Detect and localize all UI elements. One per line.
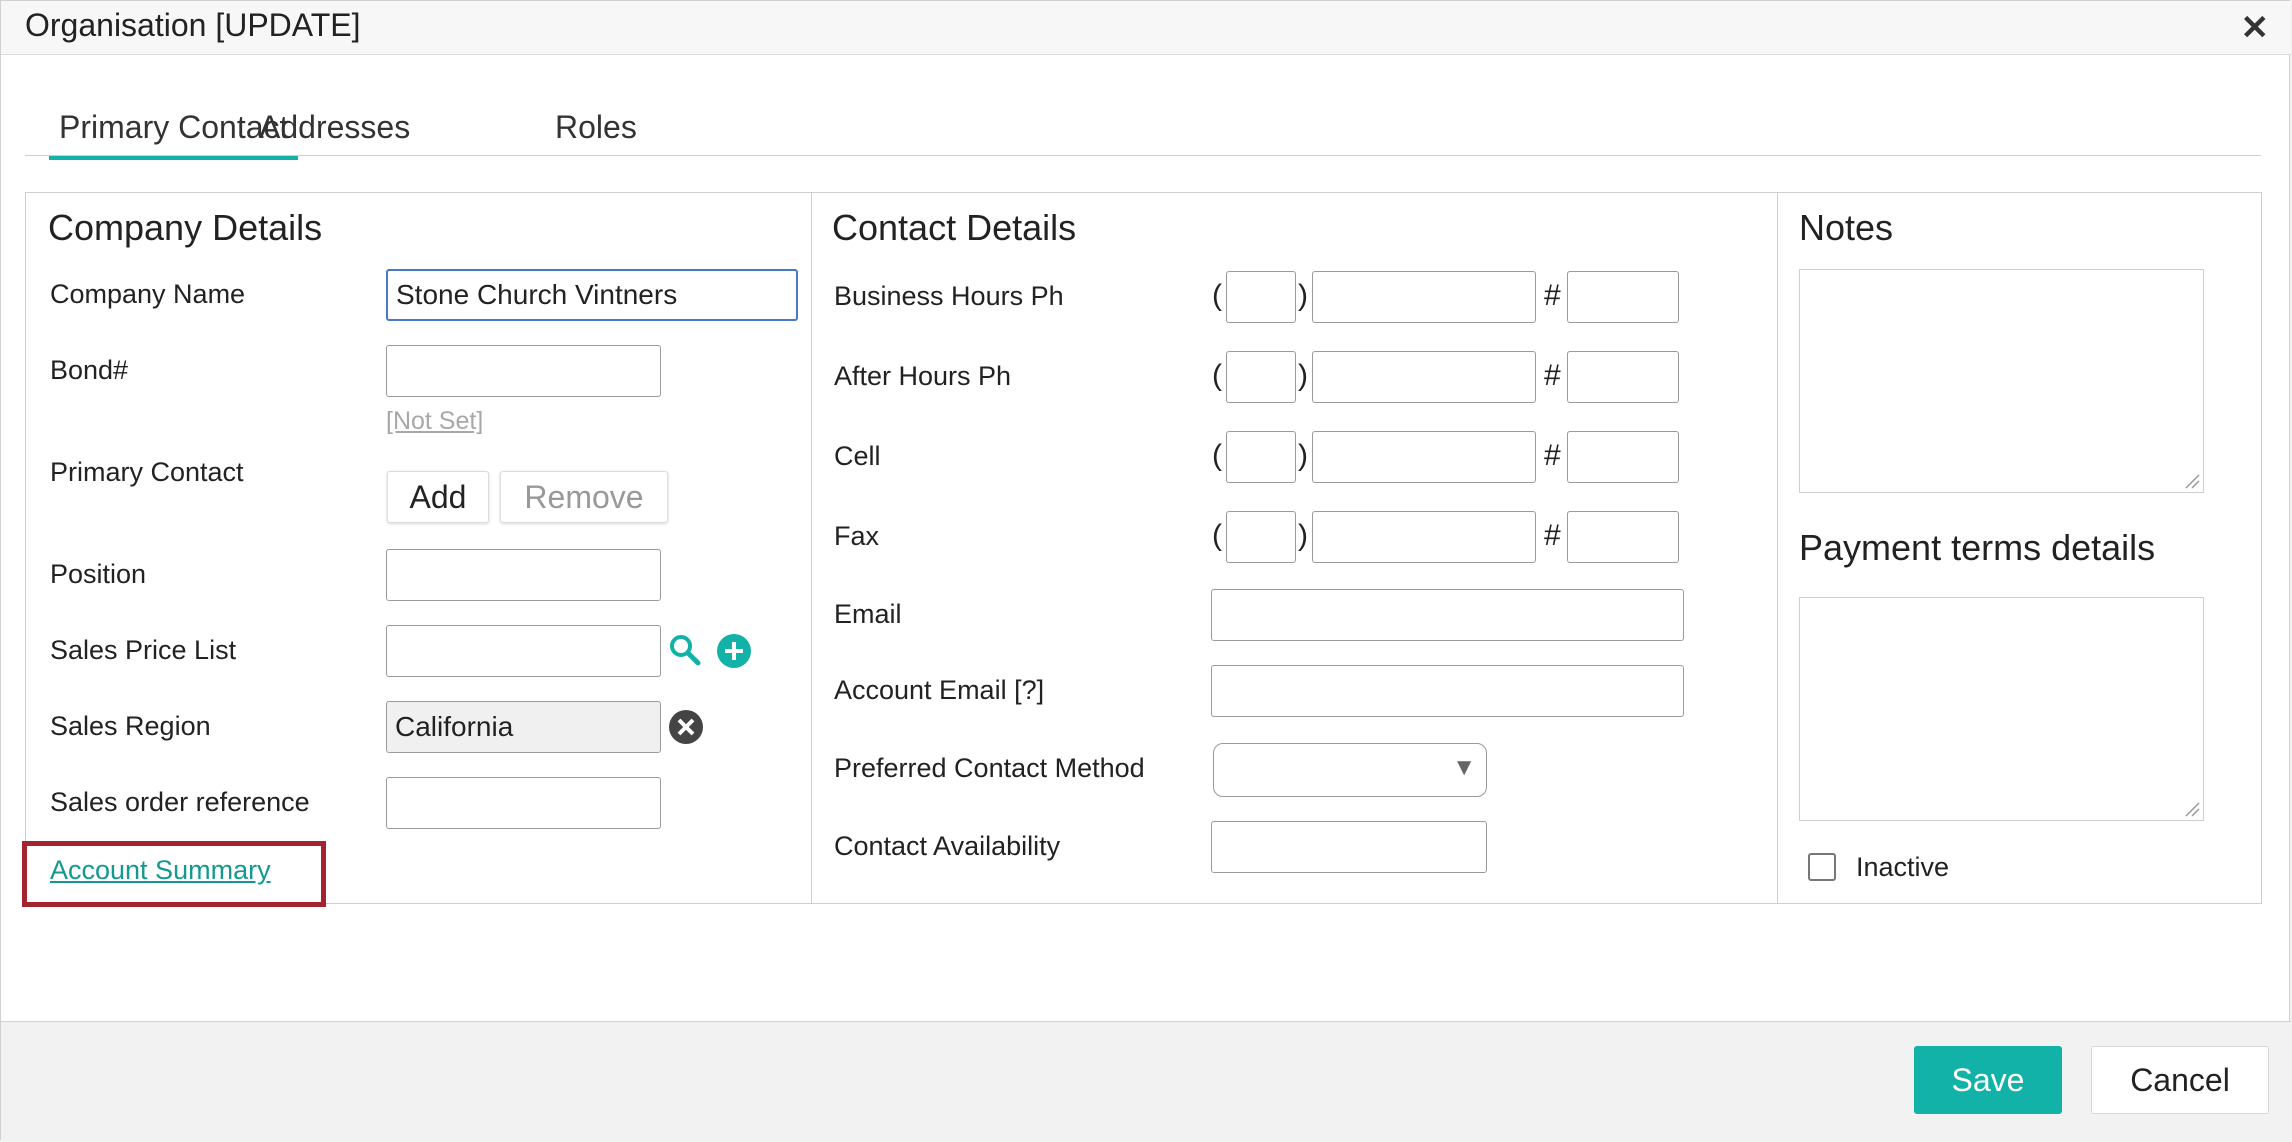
fax-area-code-input[interactable] (1226, 511, 1296, 563)
fax-number-input[interactable] (1312, 511, 1536, 563)
cell-label: Cell (834, 441, 881, 471)
email-label: Email (834, 599, 902, 629)
after-hours-area-code-input[interactable] (1226, 351, 1296, 403)
bond-input[interactable] (386, 345, 661, 397)
cancel-button[interactable]: Cancel (2091, 1046, 2269, 1114)
primary-contact-label: Primary Contact (50, 457, 244, 487)
open-paren: ( (1212, 359, 1222, 392)
business-hours-ph-label: Business Hours Ph (834, 281, 1064, 311)
after-hours-number-input[interactable] (1312, 351, 1536, 403)
sales-price-list-input[interactable] (386, 625, 661, 677)
bond-label: Bond# (50, 355, 129, 385)
cell-area-code-input[interactable] (1226, 431, 1296, 483)
add-contact-button[interactable]: Add (387, 471, 489, 523)
hash-symbol: # (1544, 519, 1561, 552)
company-name-label: Company Name (50, 279, 246, 309)
company-details-panel: Company Details Company Name Bond# Prima… (22, 192, 812, 907)
preferred-contact-method-select[interactable]: ▼ (1213, 743, 1487, 797)
close-paren: ) (1298, 519, 1308, 552)
primary-contact-value: [Not Set] (386, 407, 484, 435)
payment-terms-textarea[interactable] (1799, 597, 2204, 821)
tab-roles[interactable]: Roles (545, 109, 647, 156)
dialog-title: Organisation [UPDATE] (25, 7, 361, 43)
contact-availability-label: Contact Availability (834, 831, 1061, 861)
open-paren: ( (1212, 439, 1222, 472)
contact-availability-input[interactable] (1211, 821, 1487, 873)
inactive-checkbox[interactable] (1808, 853, 1836, 881)
account-email-label: Account Email [?] (834, 675, 1045, 705)
position-label: Position (50, 559, 147, 589)
cell-extension-input[interactable] (1567, 431, 1679, 483)
add-circle-icon[interactable] (716, 633, 752, 674)
business-extension-input[interactable] (1567, 271, 1679, 323)
close-icon[interactable]: ✕ (2241, 11, 2270, 45)
notes-heading: Notes (1799, 207, 1894, 248)
account-email-input[interactable] (1211, 665, 1684, 717)
close-paren: ) (1298, 359, 1308, 392)
tab-bar: Primary Contact Addresses Roles (25, 101, 2261, 160)
open-paren: ( (1212, 519, 1222, 552)
remove-contact-button[interactable]: Remove (500, 471, 668, 523)
close-paren: ) (1298, 279, 1308, 312)
resize-grip-icon[interactable] (2182, 471, 2200, 489)
payment-terms-heading: Payment terms details (1799, 527, 2156, 568)
fax-extension-input[interactable] (1567, 511, 1679, 563)
organisation-dialog: Organisation [UPDATE] ✕ Primary Contact … (0, 0, 2291, 1142)
notes-panel: Notes Payment terms details Inactive (1777, 192, 2262, 904)
notes-textarea[interactable] (1799, 269, 2204, 493)
hash-symbol: # (1544, 439, 1561, 472)
search-icon[interactable] (668, 633, 702, 672)
sales-order-reference-label: Sales order reference (50, 787, 310, 817)
open-paren: ( (1212, 279, 1222, 312)
account-summary-link[interactable]: Account Summary (50, 855, 271, 886)
sales-region-label: Sales Region (50, 711, 211, 741)
dialog-titlebar: Organisation [UPDATE] ✕ (1, 1, 2291, 55)
fax-label: Fax (834, 521, 880, 551)
hash-symbol: # (1544, 359, 1561, 392)
email-input[interactable] (1211, 589, 1684, 641)
preferred-contact-method-label: Preferred Contact Method (834, 753, 1145, 783)
close-paren: ) (1298, 439, 1308, 472)
company-details-heading: Company Details (48, 207, 323, 248)
sales-region-input[interactable] (386, 701, 661, 753)
resize-grip-icon[interactable] (2182, 799, 2200, 817)
business-number-input[interactable] (1312, 271, 1536, 323)
business-area-code-input[interactable] (1226, 271, 1296, 323)
save-button[interactable]: Save (1914, 1046, 2062, 1114)
inactive-label: Inactive (1856, 852, 1950, 882)
contact-details-panel: Contact Details Business Hours Ph ( ) # … (811, 192, 1778, 904)
company-name-input[interactable] (386, 269, 798, 321)
chevron-down-icon: ▼ (1452, 754, 1476, 781)
position-input[interactable] (386, 549, 661, 601)
tab-addresses[interactable]: Addresses (249, 109, 420, 156)
after-hours-ph-label: After Hours Ph (834, 361, 1012, 391)
sales-price-list-label: Sales Price List (50, 635, 237, 665)
after-hours-extension-input[interactable] (1567, 351, 1679, 403)
contact-details-heading: Contact Details (832, 207, 1077, 248)
clear-icon[interactable] (668, 709, 704, 750)
cell-number-input[interactable] (1312, 431, 1536, 483)
sales-order-reference-input[interactable] (386, 777, 661, 829)
hash-symbol: # (1544, 279, 1561, 312)
